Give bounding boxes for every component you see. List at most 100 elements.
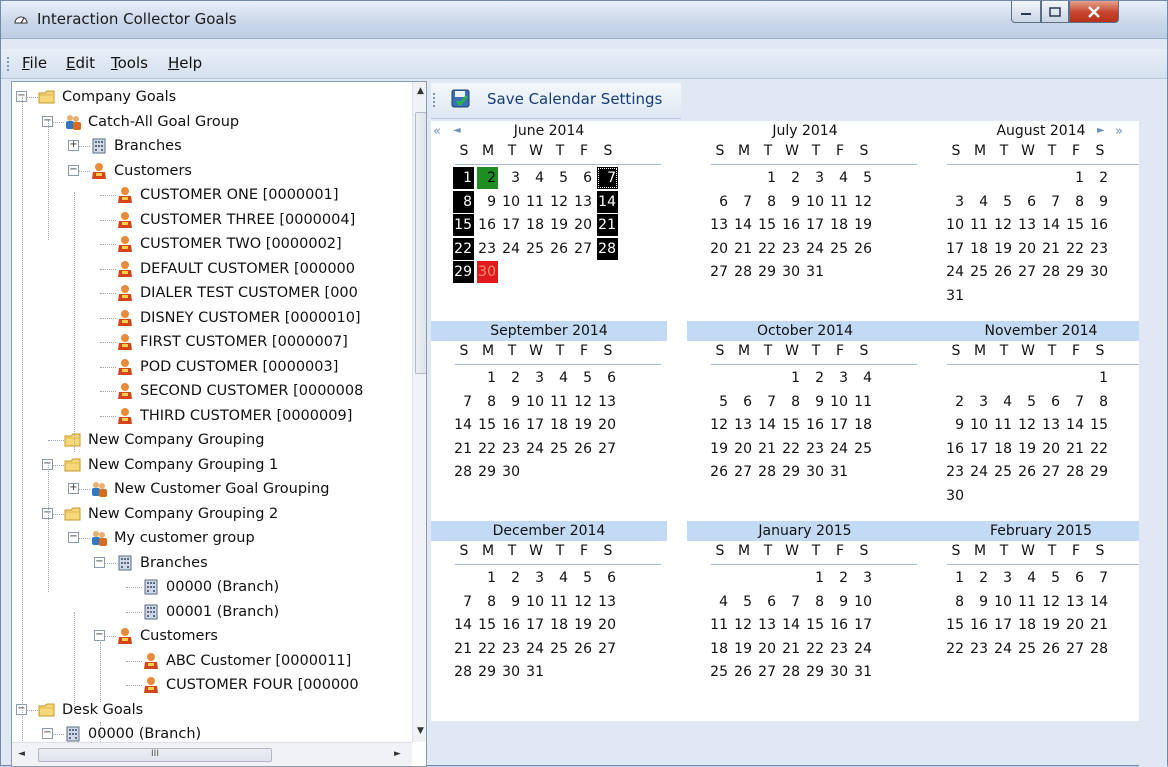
calendar-day[interactable]: 5 [853, 167, 874, 189]
calendar-day[interactable]: 1 [453, 167, 474, 189]
minimize-button[interactable] [1011, 1, 1041, 23]
calendar-day[interactable]: 14 [733, 214, 754, 236]
calendar-day[interactable]: 13 [573, 191, 594, 213]
calendar-day[interactable]: 13 [733, 414, 754, 436]
calendar-day[interactable]: 23 [1089, 238, 1110, 260]
calendar-day[interactable]: 22 [1089, 438, 1110, 460]
calendar-day[interactable]: 9 [945, 414, 966, 436]
calendar-day[interactable]: 26 [853, 238, 874, 260]
tree-node[interactable]: SECOND CUSTOMER [0000008 [116, 379, 363, 403]
calendar-day[interactable]: 20 [709, 238, 730, 260]
calendar-day[interactable]: 11 [993, 414, 1014, 436]
calendar-day[interactable]: 7 [1089, 567, 1110, 589]
calendar-day[interactable]: 6 [757, 591, 778, 613]
calendar-day[interactable]: 14 [453, 414, 474, 436]
tree-horizontal-scroll-thumb[interactable]: III [38, 748, 272, 762]
calendar-day[interactable]: 9 [1089, 191, 1110, 213]
calendar-day[interactable]: 2 [781, 167, 802, 189]
calendar-day[interactable]: 11 [709, 614, 730, 636]
calendar-day[interactable]: 22 [805, 638, 826, 660]
calendar-day[interactable]: 24 [969, 461, 990, 483]
calendar-day[interactable]: 19 [1017, 438, 1038, 460]
calendar-day[interactable]: 29 [805, 661, 826, 683]
calendar-day[interactable]: 10 [969, 414, 990, 436]
calendar-day[interactable]: 25 [709, 661, 730, 683]
calendar-day[interactable]: 28 [1089, 638, 1110, 660]
calendar-day[interactable]: 27 [1017, 261, 1038, 283]
calendar-day[interactable]: 28 [1065, 461, 1086, 483]
calendar-day[interactable]: 23 [501, 438, 522, 460]
menu-tools[interactable]: Tools [108, 53, 151, 73]
calendar-day[interactable]: 1 [781, 367, 802, 389]
calendar-day[interactable]: 19 [853, 214, 874, 236]
calendar-day[interactable]: 29 [1089, 461, 1110, 483]
calendar-day[interactable]: 6 [1065, 567, 1086, 589]
calendar-day[interactable]: 10 [993, 591, 1014, 613]
menu-help[interactable]: Help [165, 53, 205, 73]
calendar-day[interactable]: 20 [573, 214, 594, 236]
tree-node[interactable]: Customers [116, 624, 218, 648]
calendar-day[interactable]: 21 [453, 638, 474, 660]
calendar-day[interactable]: 20 [1065, 614, 1086, 636]
tree-node[interactable]: THIRD CUSTOMER [0000009] [116, 404, 352, 428]
calendar-day[interactable]: 19 [573, 614, 594, 636]
calendar-day[interactable]: 7 [1065, 391, 1086, 413]
calendar-day[interactable]: 29 [1065, 261, 1086, 283]
calendar-day[interactable]: 30 [501, 461, 522, 483]
calendar-day[interactable]: 20 [757, 638, 778, 660]
calendar-day[interactable]: 2 [969, 567, 990, 589]
tree-node[interactable]: New Company Grouping 1 [64, 453, 278, 477]
calendar-day[interactable]: 22 [453, 237, 474, 260]
calendar-day[interactable]: 4 [1017, 567, 1038, 589]
calendar-day[interactable]: 23 [501, 638, 522, 660]
calendar-day[interactable]: 23 [829, 638, 850, 660]
calendar-day[interactable]: 6 [573, 167, 594, 189]
calendar-day[interactable]: 26 [1017, 461, 1038, 483]
calendar-day[interactable]: 18 [549, 614, 570, 636]
calendar-day[interactable]: 16 [805, 414, 826, 436]
calendar-day[interactable]: 21 [453, 438, 474, 460]
calendar-day[interactable]: 28 [733, 261, 754, 283]
calendar-day[interactable]: 5 [549, 167, 570, 189]
calendar-day[interactable]: 6 [597, 367, 618, 389]
collapse-icon[interactable]: − [42, 728, 53, 739]
calendar-day[interactable]: 3 [853, 567, 874, 589]
calendar-day[interactable]: 27 [709, 261, 730, 283]
calendar-day[interactable]: 13 [1017, 214, 1038, 236]
tree-horizontal-scrollbar[interactable]: ◄ III ► [12, 742, 412, 766]
calendar-day[interactable]: 30 [945, 485, 966, 507]
tree-node[interactable]: New Company Grouping [64, 428, 264, 452]
calendar-day[interactable]: 25 [993, 461, 1014, 483]
calendar-day[interactable]: 12 [1017, 414, 1038, 436]
tree-node[interactable]: Desk Goals [38, 698, 143, 722]
calendar-day[interactable]: 6 [1041, 391, 1062, 413]
calendar-day[interactable]: 21 [757, 438, 778, 460]
calendar-day[interactable]: 17 [969, 438, 990, 460]
calendar-day[interactable]: 24 [829, 438, 850, 460]
calendar-day[interactable]: 5 [573, 367, 594, 389]
tree-node[interactable]: ABC Customer [0000011] [142, 649, 351, 673]
calendar-day[interactable]: 14 [781, 614, 802, 636]
calendar-day[interactable]: 20 [597, 414, 618, 436]
calendar-day[interactable]: 24 [501, 238, 522, 260]
calendar-day[interactable]: 5 [709, 391, 730, 413]
calendar-day[interactable]: 5 [993, 191, 1014, 213]
calendar-day[interactable]: 18 [549, 414, 570, 436]
calendar-day[interactable]: 29 [453, 261, 474, 283]
calendar-day[interactable]: 11 [969, 214, 990, 236]
calendar-day[interactable]: 12 [733, 614, 754, 636]
calendar-day[interactable]: 7 [781, 591, 802, 613]
calendar-day[interactable]: 13 [1065, 591, 1086, 613]
calendar-day[interactable]: 14 [1089, 591, 1110, 613]
calendar-day[interactable]: 26 [573, 438, 594, 460]
calendar-day[interactable]: 8 [477, 591, 498, 613]
calendar-day[interactable]: 20 [597, 614, 618, 636]
calendar-day[interactable]: 22 [757, 238, 778, 260]
calendar-day[interactable]: 5 [733, 591, 754, 613]
tree-node[interactable]: Catch-All Goal Group [64, 110, 239, 134]
calendar-day[interactable]: 2 [477, 167, 498, 189]
calendar-day[interactable]: 27 [733, 461, 754, 483]
calendar-day[interactable]: 9 [969, 591, 990, 613]
calendar-day[interactable]: 24 [525, 638, 546, 660]
tree-node[interactable]: New Customer Goal Grouping [90, 477, 329, 501]
